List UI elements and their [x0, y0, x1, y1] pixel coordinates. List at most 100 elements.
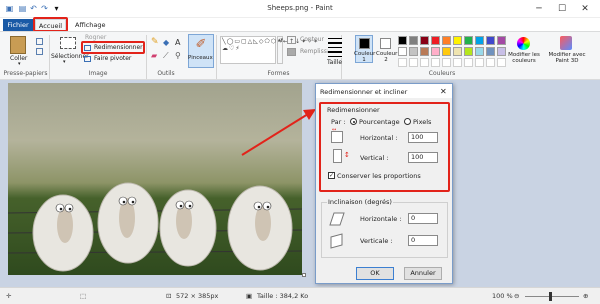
shapes-gallery[interactable]: ╲◯▭▢△◺◇⬠⬡→←↑↓✦✧✶☁♡⚡	[220, 36, 318, 64]
cut-icon[interactable]	[36, 38, 43, 45]
magnifier-icon[interactable]: ⚲	[175, 51, 184, 60]
shapes-scroll-icon[interactable]: ▴▾	[277, 36, 283, 64]
ok-button[interactable]: OK	[356, 267, 394, 280]
pencil-icon[interactable]: ✎	[151, 38, 160, 47]
outline-icon	[287, 36, 296, 44]
cancel-button[interactable]: Annuler	[404, 267, 442, 280]
pixels-radio[interactable]	[404, 118, 411, 125]
horizontal-input[interactable]: 100	[408, 132, 438, 143]
minimize-button[interactable]: ─	[530, 2, 548, 16]
color-swatch[interactable]	[497, 47, 506, 56]
color-swatch[interactable]	[486, 47, 495, 56]
skew-groupbox	[321, 202, 448, 258]
select-button[interactable]: Sélectionner	[51, 53, 89, 60]
color-swatch[interactable]	[486, 36, 495, 45]
group-label-clipboard: Presse-papiers	[3, 70, 48, 77]
percent-radio[interactable]	[350, 118, 357, 125]
edit-colors-button[interactable]: Modifier les couleurs	[508, 52, 540, 64]
color-swatch[interactable]	[431, 36, 440, 45]
skew-horizontal-icon	[329, 212, 345, 226]
text-icon[interactable]: A	[175, 38, 184, 47]
selection-size-icon: ⬚	[80, 292, 87, 300]
vertical-arrow-icon: ↕	[344, 151, 350, 159]
color2-swatch	[380, 38, 391, 49]
cursor-position-icon: ✛	[6, 292, 12, 300]
color-swatch[interactable]	[431, 47, 440, 56]
select-icon[interactable]	[60, 37, 76, 49]
percent-radio-dot	[352, 120, 355, 123]
copy-icon[interactable]	[36, 48, 43, 55]
empty-color-swatch[interactable]	[497, 58, 506, 67]
red-arrow	[241, 109, 316, 156]
color-picker-icon[interactable]: ⟋	[163, 51, 172, 60]
skew-vertical-icon	[330, 233, 343, 249]
image-size-text: 572 × 385px	[176, 292, 219, 300]
color-swatch[interactable]	[398, 36, 407, 45]
vertical-input[interactable]: 100	[408, 152, 438, 163]
zoom-level: 100 %	[492, 292, 513, 300]
zoom-in-button[interactable]: ⊕	[583, 292, 588, 300]
group-label-image: Image	[88, 70, 108, 77]
by-label: Par :	[331, 118, 346, 126]
color-swatch[interactable]	[442, 36, 451, 45]
empty-color-swatch[interactable]	[486, 58, 495, 67]
edit-colors-icon	[517, 37, 530, 50]
rotate-button[interactable]: Faire pivoter	[94, 55, 131, 62]
percent-label: Pourcentage	[359, 118, 400, 126]
paint3d-icon	[560, 36, 572, 50]
color-swatch[interactable]	[442, 47, 451, 56]
keep-ratio-checkbox[interactable]: ✓	[328, 172, 335, 179]
tab-file[interactable]: Fichier	[3, 19, 33, 31]
crop-button[interactable]: Rogner	[85, 34, 106, 41]
highlight-resize-button	[81, 41, 145, 54]
ribbon: Coller ▾ Presse-papiers Sélectionner ▾ R…	[0, 31, 600, 80]
zoom-slider-thumb[interactable]	[549, 292, 552, 301]
canvas-resize-handle[interactable]	[302, 273, 306, 277]
pixels-label: Pixels	[413, 118, 432, 126]
skew-h-input[interactable]: 0	[408, 213, 438, 224]
zoom-slider-track[interactable]	[525, 296, 579, 297]
color-swatch[interactable]	[398, 47, 407, 56]
color-swatch[interactable]	[409, 36, 418, 45]
paint3d-button[interactable]: Modifier avec Paint 3D	[548, 52, 586, 64]
paste-dropdown-icon[interactable]: ▾	[18, 61, 21, 67]
color-swatch[interactable]	[497, 36, 506, 45]
maximize-button[interactable]: ☐	[553, 2, 571, 16]
color-swatch[interactable]	[409, 47, 418, 56]
skew-v-input[interactable]: 0	[408, 235, 438, 246]
color-swatch[interactable]	[464, 47, 473, 56]
size-button[interactable]: Taille	[327, 59, 342, 66]
empty-color-swatch[interactable]	[398, 58, 407, 67]
empty-color-swatch[interactable]	[442, 58, 451, 67]
color-swatch[interactable]	[420, 36, 429, 45]
brushes-button[interactable]: Pinceaux	[188, 55, 213, 61]
file-size-text: Taille : 384,2 Ko	[257, 292, 309, 300]
empty-color-swatch[interactable]	[431, 58, 440, 67]
empty-color-swatch[interactable]	[453, 58, 462, 67]
color1-swatch	[359, 38, 370, 49]
file-size-icon: ▣	[246, 292, 253, 300]
zoom-out-button[interactable]: ⊖	[514, 292, 519, 300]
color-swatch[interactable]	[453, 36, 462, 45]
tab-view[interactable]: Affichage	[70, 19, 111, 31]
color-swatch[interactable]	[475, 47, 484, 56]
color-swatch[interactable]	[475, 36, 484, 45]
color-swatch[interactable]	[453, 47, 462, 56]
brush-icon: ✐	[195, 37, 207, 52]
group-label-colors: Couleurs	[428, 70, 456, 77]
empty-color-swatch[interactable]	[475, 58, 484, 67]
empty-color-swatch[interactable]	[464, 58, 473, 67]
fill-bucket-icon[interactable]: ◆	[163, 38, 172, 47]
status-bar: ✛ ⬚ ⊡ 572 × 385px ▣ Taille : 384,2 Ko 10…	[0, 287, 600, 304]
select-dropdown-icon[interactable]: ▾	[63, 59, 66, 65]
color-swatch[interactable]	[420, 47, 429, 56]
color1-button[interactable]: Couleur 1	[354, 51, 375, 63]
empty-color-swatch[interactable]	[409, 58, 418, 67]
dialog-close-button[interactable]: ✕	[440, 87, 447, 96]
color2-button[interactable]: Couleur 2	[376, 51, 397, 63]
empty-color-swatch[interactable]	[420, 58, 429, 67]
color-swatch[interactable]	[464, 36, 473, 45]
eraser-icon[interactable]: ▰	[151, 51, 160, 60]
outline-button[interactable]: Contour	[300, 36, 324, 43]
close-button[interactable]: ✕	[576, 2, 594, 16]
